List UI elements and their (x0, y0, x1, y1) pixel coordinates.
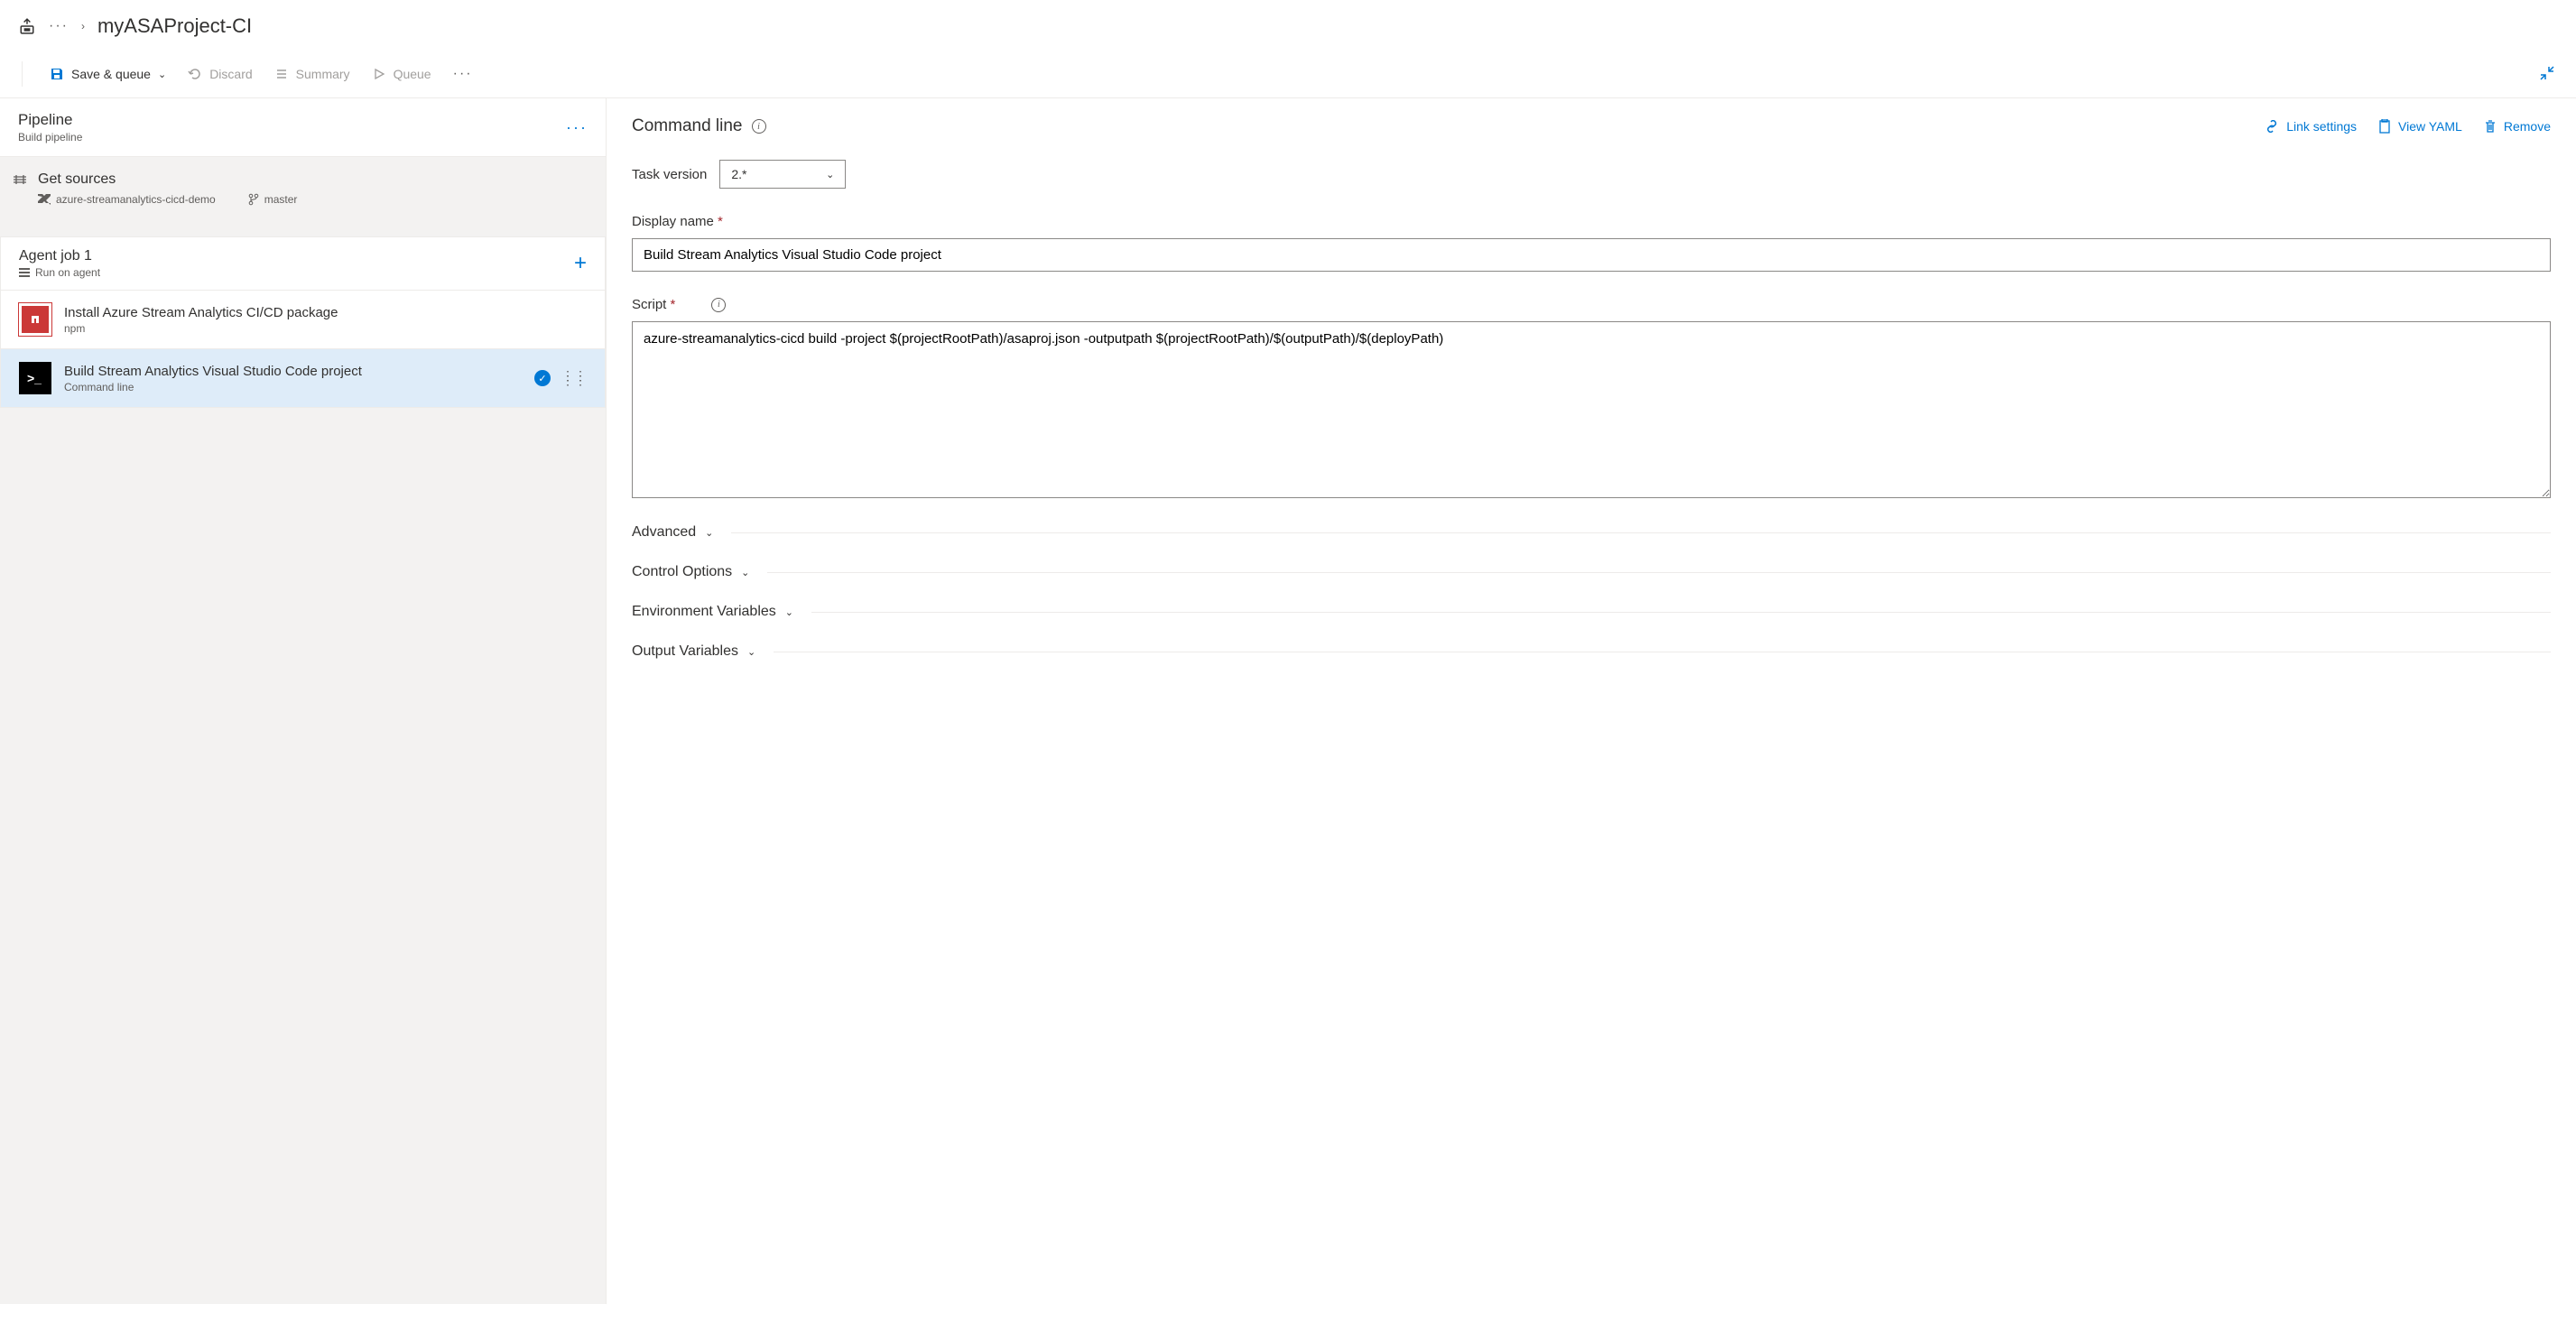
pipeline-icon[interactable] (18, 17, 36, 35)
queue-button[interactable]: Queue (372, 67, 431, 81)
chevron-down-icon: ⌄ (785, 606, 793, 618)
drag-handle[interactable]: ⋮⋮⋮⋮ (561, 374, 587, 383)
add-task-button[interactable]: + (574, 251, 587, 276)
branch-name: master (248, 193, 298, 206)
script-textarea[interactable]: azure-streamanalytics-cicd build -projec… (632, 321, 2551, 498)
discard-button[interactable]: Discard (188, 67, 252, 81)
control-options-section[interactable]: Control Options ⌄ (632, 564, 2551, 580)
output-vars-section[interactable]: Output Variables ⌄ (632, 643, 2551, 660)
trash-icon (2484, 119, 2497, 134)
chevron-down-icon: ⌄ (158, 69, 166, 80)
detail-title: Command line (632, 116, 743, 136)
chevron-down-icon: ⌄ (747, 646, 755, 658)
advanced-section[interactable]: Advanced ⌄ (632, 524, 2551, 541)
repo-name: azure-streamanalytics-cicd-demo (38, 193, 216, 206)
info-icon[interactable]: i (711, 298, 726, 312)
agent-job-subtitle: Run on agent (19, 266, 100, 279)
chevron-down-icon: ⌄ (826, 169, 834, 180)
link-settings-button[interactable]: Link settings (2265, 119, 2357, 134)
breadcrumb: ··· › myASAProject-CI (0, 0, 2576, 45)
info-icon[interactable]: i (752, 119, 766, 134)
svg-text:>_: >_ (27, 371, 42, 385)
chevron-down-icon: ⌄ (705, 527, 713, 539)
terminal-icon: >_ (19, 362, 51, 394)
task-subtitle: Command line (64, 381, 522, 393)
branch-icon (248, 193, 259, 206)
task-title: Build Stream Analytics Visual Studio Cod… (64, 364, 522, 379)
task-item-cmdline[interactable]: >_ Build Stream Analytics Visual Studio … (0, 349, 606, 408)
get-sources-title: Get sources (38, 171, 297, 188)
check-icon: ✓ (534, 370, 551, 386)
chevron-right-icon: › (81, 20, 85, 32)
task-subtitle: npm (64, 322, 587, 335)
agent-job-title: Agent job 1 (19, 248, 100, 264)
save-queue-button[interactable]: Save & queue ⌄ (50, 67, 166, 81)
view-yaml-button[interactable]: View YAML (2378, 119, 2462, 134)
pipeline-subtitle: Build pipeline (18, 131, 82, 143)
pipeline-header[interactable]: Pipeline Build pipeline ··· (0, 98, 606, 157)
toolbar-more[interactable]: ··· (453, 66, 473, 82)
sources-icon (13, 173, 27, 189)
breadcrumb-more[interactable]: ··· (49, 18, 69, 34)
get-sources-item[interactable]: Get sources azure-streamanalytics-cicd-d… (0, 157, 606, 220)
agent-icon (19, 268, 30, 277)
pipeline-sidebar: Pipeline Build pipeline ··· Get sources … (0, 98, 607, 1304)
pipeline-title: Pipeline (18, 111, 82, 129)
task-detail-panel: Command line i Link settings View YAML R… (607, 98, 2576, 1304)
chevron-down-icon: ⌄ (741, 567, 749, 578)
env-vars-section[interactable]: Environment Variables ⌄ (632, 604, 2551, 620)
agent-job-header[interactable]: Agent job 1 Run on agent + (0, 236, 606, 291)
list-icon (274, 67, 289, 81)
summary-button[interactable]: Summary (274, 67, 350, 81)
repo-icon (38, 194, 51, 205)
toolbar: Save & queue ⌄ Discard Summary Queue ··· (0, 45, 2576, 98)
script-label: Script * (632, 297, 675, 312)
save-icon (50, 67, 64, 81)
npm-icon (19, 303, 51, 336)
task-title: Install Azure Stream Analytics CI/CD pac… (64, 305, 587, 320)
display-name-input[interactable] (632, 238, 2551, 272)
display-name-label: Display name * (632, 214, 723, 229)
link-icon (2265, 120, 2279, 133)
task-item-npm[interactable]: Install Azure Stream Analytics CI/CD pac… (0, 291, 606, 349)
task-version-select[interactable]: 2.* ⌄ (719, 160, 846, 189)
play-icon (372, 67, 386, 81)
clipboard-icon (2378, 119, 2391, 134)
remove-button[interactable]: Remove (2484, 119, 2551, 134)
undo-icon (188, 67, 202, 81)
task-version-label: Task version (632, 167, 707, 182)
collapse-icon[interactable] (2540, 66, 2554, 83)
pipeline-more[interactable]: ··· (566, 118, 588, 137)
page-title[interactable]: myASAProject-CI (97, 14, 252, 38)
